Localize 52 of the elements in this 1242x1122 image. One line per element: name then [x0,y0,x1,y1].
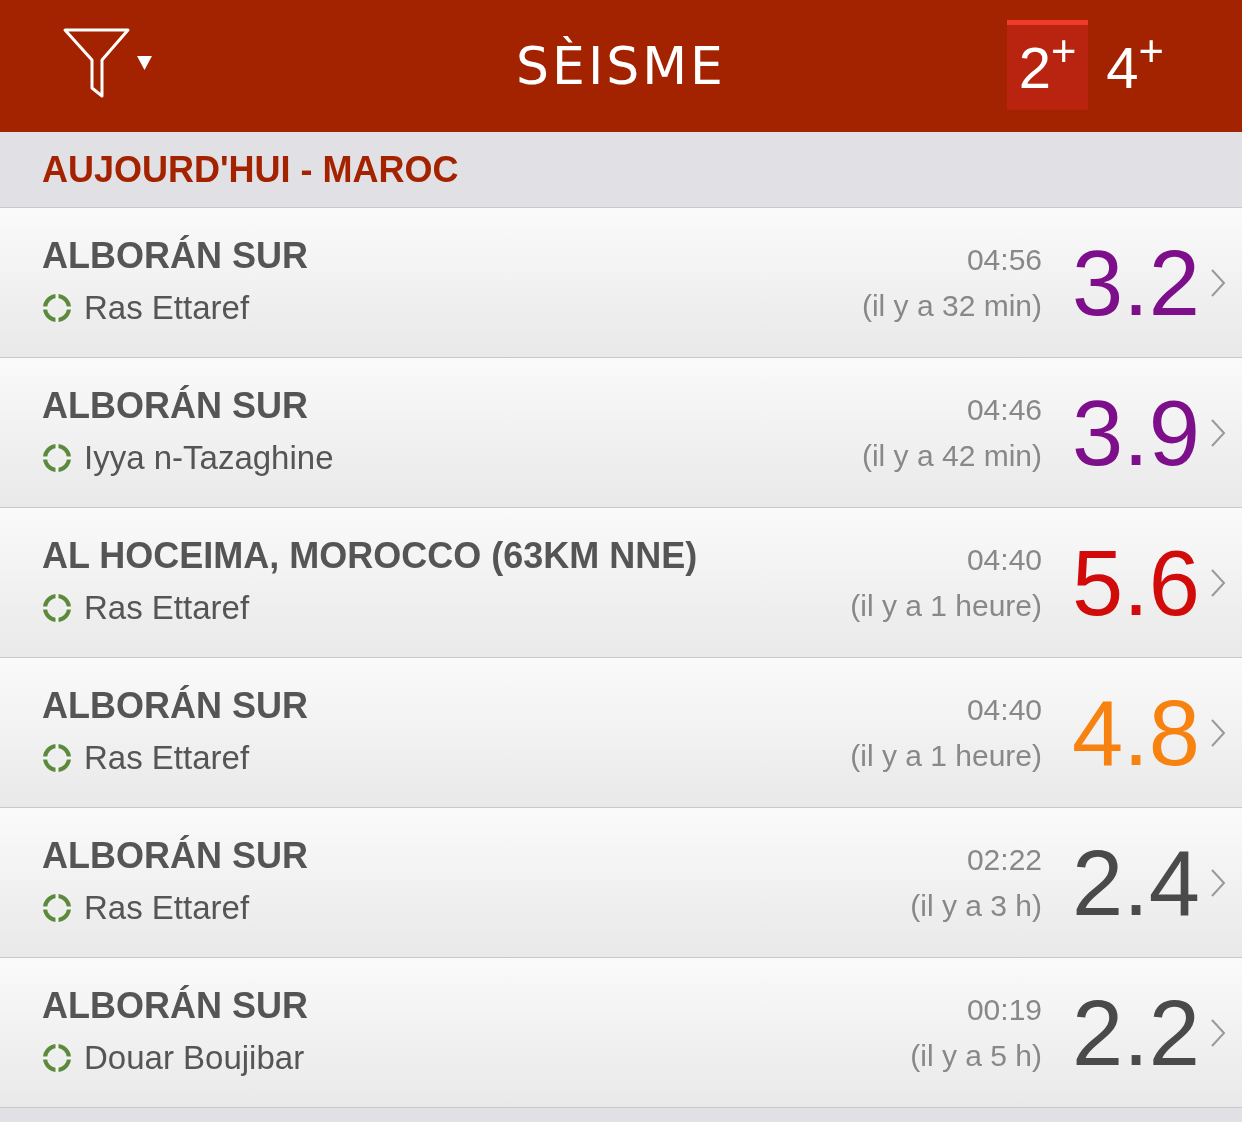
earthquake-row[interactable]: ALBORÁN SUR Ras Ettaref 04:56 (il y a 32 min) 3.2 [0,208,1242,358]
place-name: Ras Ettaref [84,887,250,928]
location-icon [42,592,72,623]
location-icon [42,1042,72,1073]
magnitude-value: 2.4 [1071,836,1200,929]
time-ago: (il y a 32 min) [861,287,1042,324]
location-icon [42,442,72,473]
region-name: ALBORÁN SUR [42,833,309,878]
event-time: 04:40 [966,691,1042,728]
event-time: 04:46 [966,391,1042,428]
chevron-icon [1210,717,1226,748]
time-ago: (il y a 1 heure) [850,737,1042,774]
place-name: Ras Ettaref [84,587,250,628]
chevron-icon [1210,567,1226,598]
time-ago: (il y a 42 min) [861,437,1042,474]
time-ago: (il y a 3 h) [910,887,1042,924]
magnitude-value: 5.6 [1071,536,1200,629]
magnitude-value: 4.8 [1071,686,1200,779]
magnitude-filter-tab[interactable]: 2$^{+}$ [1006,20,1089,110]
region-name: ALBORÁN SUR [42,683,309,728]
earthquake-row[interactable]: ALBORÁN SUR Ras Ettaref 04:40 (il y a 1 heure) 4.8 [0,658,1242,808]
place-name: Iyya n-Tazaghine [84,437,334,478]
time-ago: (il y a 5 h) [910,1037,1042,1074]
chevron-icon [1210,867,1226,898]
time-ago: (il y a 1 heure) [850,587,1042,624]
region-name: AL HOCEIMA, MOROCCO (63KM NNE) [42,533,699,578]
region-name: ALBORÁN SUR [42,383,309,428]
earthquake-row[interactable]: ALBORÁN SUR Douar Boujibar 00:19 (il y a 5 h) 2.2 [0,958,1242,1108]
earthquake-row[interactable]: ALBORÁN SUR Ras Ettaref 02:22 (il y a 3 h) 2.4 [0,808,1242,958]
location-icon [42,742,72,773]
region-name: ALBORÁN SUR [42,983,309,1028]
magnitude-value: 3.2 [1071,236,1200,329]
event-time: 04:40 [966,541,1042,578]
region-name: ALBORÁN SUR [42,233,309,278]
place-name: Ras Ettaref [84,737,250,778]
magnitude-value: 2.2 [1071,986,1200,1079]
chevron-icon [1210,1017,1226,1048]
earthquake-row[interactable]: AL HOCEIMA, MOROCCO (63KM NNE) Ras Ettaref 04:40 (il y a 1 heure) 5.6 [0,508,1242,658]
magnitude-filter-tab[interactable]: 4$^{+}$ [1094,20,1176,110]
magnitude-value: 3.9 [1071,386,1200,479]
chevron-icon [1210,267,1226,298]
location-icon [42,892,72,923]
app-title: SÈISME [516,35,726,98]
earthquake-row[interactable]: ALBORÁN SUR Iyya n-Tazaghine 04:46 (il y a 42 min) 3.9 [0,358,1242,508]
chevron-icon [1210,417,1226,448]
place-name: Douar Boujibar [84,1037,305,1078]
event-time: 00:19 [966,991,1042,1028]
event-time: 04:56 [966,241,1042,278]
location-icon [42,292,72,323]
event-time: 02:22 [966,841,1042,878]
place-name: Ras Ettaref [84,287,250,328]
section-header: AUJOURD'HUI - MAROC [42,147,459,192]
